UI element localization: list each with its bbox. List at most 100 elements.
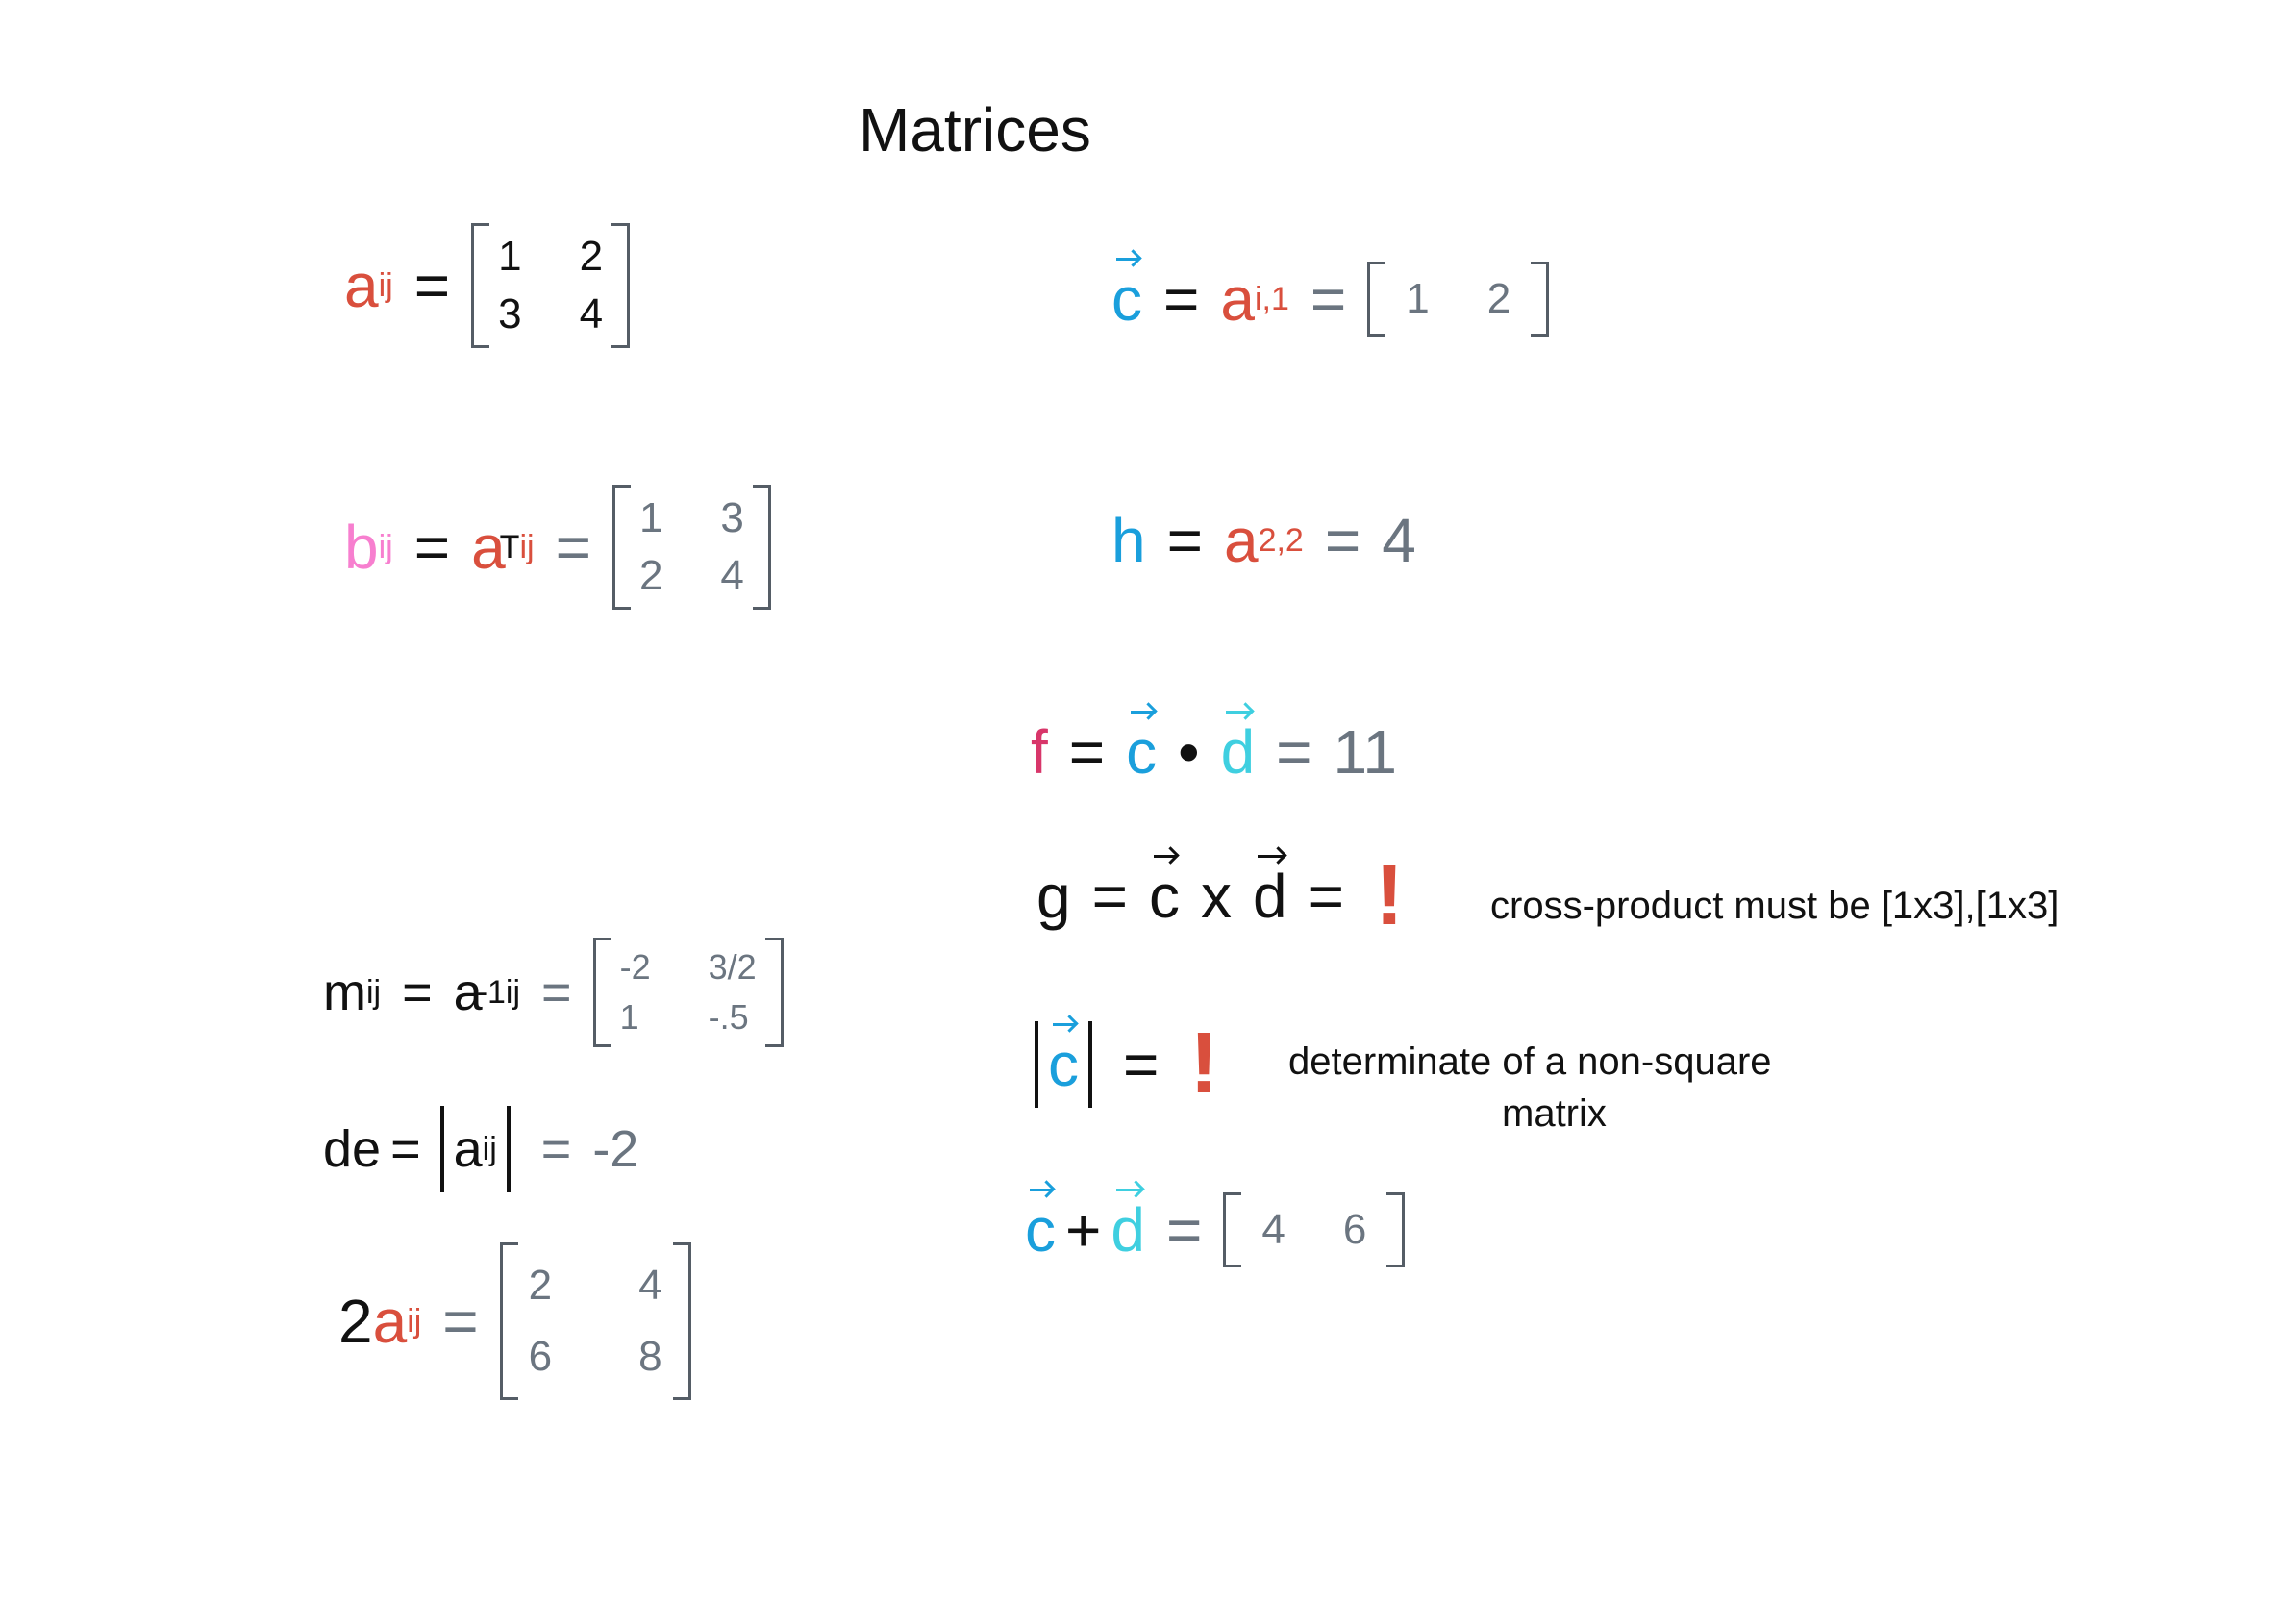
result: -2 (592, 1120, 639, 1178)
abs-bar (1035, 1020, 1038, 1108)
determinant-note-line2: matrix (1502, 1092, 1607, 1135)
equals: = (1166, 506, 1203, 575)
equals: = (1276, 717, 1312, 787)
cell: 8 (638, 1333, 662, 1380)
result: 4 (1382, 506, 1416, 575)
scalar: 2 (338, 1287, 373, 1356)
equation-c-definition: c = a i,1 = 12 (1111, 258, 1550, 337)
error-exclamation: ! (1189, 1015, 1219, 1112)
cell: 3 (498, 290, 522, 338)
var-a: a (1220, 264, 1255, 334)
abs-bar (1088, 1020, 1092, 1108)
equals: = (1068, 717, 1106, 787)
equation-h-definition: h = a 2,2 = 4 (1111, 505, 1416, 576)
matrix-m: -2 3/2 1 -.5 (592, 938, 784, 1047)
cell: 6 (528, 1333, 553, 1380)
equation-norm-c: c = ! (1025, 1015, 1218, 1114)
vector-c: c (1126, 711, 1158, 787)
var-f: f (1031, 717, 1048, 787)
equation-determinant: de = a ij = -2 (323, 1106, 638, 1192)
subscript: ij (505, 973, 521, 1011)
var-h: h (1111, 506, 1146, 575)
cell: 1 (638, 494, 663, 541)
matrix-scaled: 2 4 6 8 (499, 1242, 691, 1400)
var-a: a (453, 1120, 483, 1178)
vector-c: c (1025, 1189, 1056, 1265)
vector-d: d (1220, 711, 1256, 787)
subscript: ij (365, 973, 382, 1011)
equals: = (442, 1287, 479, 1356)
inverse-superscript: -1 (476, 973, 506, 1011)
equals: = (1163, 264, 1200, 334)
dot-operator: • (1178, 717, 1200, 787)
cell: 6 (1342, 1206, 1367, 1253)
equals: = (1091, 861, 1128, 931)
equation-f-dot-product: f = c • d = 11 (1031, 711, 1397, 788)
var-a: a (372, 1287, 408, 1356)
equation-b-definition: b ij = a Tij = 13 24 (344, 485, 771, 610)
equals: = (541, 964, 572, 1021)
equals: = (1308, 861, 1344, 931)
matrix-a: 1 2 3 4 (471, 223, 631, 348)
matrix-b: 1 3 2 4 (611, 485, 771, 610)
cross-product-note: cross-product must be [1x3],[1x3] (1490, 885, 2059, 927)
equals: = (413, 513, 451, 582)
cell: 4 (579, 290, 604, 338)
vector-d: d (1252, 854, 1287, 931)
vector-c: c (1148, 854, 1180, 931)
cell: 4 (1261, 1206, 1285, 1253)
var-a: a (1223, 506, 1259, 575)
matrix-sum: 46 (1223, 1192, 1406, 1267)
subscript: i,1 (1254, 280, 1289, 317)
equals: = (555, 513, 591, 582)
cell: -.5 (708, 997, 749, 1037)
cell: 1 (619, 997, 639, 1037)
var-g: g (1036, 861, 1071, 931)
equation-scalar-multiple: 2 a ij = 2 4 6 8 (338, 1242, 691, 1400)
equation-vector-sum: c + d = 46 (1025, 1189, 1406, 1267)
vector-c: c (1048, 1022, 1079, 1099)
page-title: Matrices (859, 95, 1091, 164)
equals: = (1165, 1195, 1203, 1265)
cell: 2 (1486, 275, 1511, 322)
transpose-superscript: T (499, 528, 520, 565)
cell: 3/2 (708, 947, 757, 987)
vector-d: d (1111, 1189, 1145, 1265)
var-m: m (323, 964, 366, 1021)
matrix-c: 12 (1367, 262, 1550, 337)
equation-a-definition: a ij = 1 2 3 4 (344, 223, 631, 348)
var-de: de (323, 1120, 382, 1178)
plus-operator: + (1065, 1195, 1102, 1265)
equals: = (390, 1120, 421, 1178)
determinant-note: determinate of a non-square (1288, 1040, 1772, 1083)
cell: 4 (720, 552, 744, 599)
vector-c: c (1111, 258, 1142, 334)
cell: 1 (1406, 275, 1430, 322)
equals: = (1123, 1029, 1160, 1099)
subscript: ij (519, 528, 535, 565)
equals: = (402, 964, 433, 1021)
cell: 2 (528, 1262, 553, 1309)
abs-bar (439, 1106, 444, 1192)
cell: 2 (638, 552, 663, 599)
result: 11 (1333, 717, 1397, 787)
cell: 1 (498, 233, 522, 280)
equals: = (1310, 264, 1347, 334)
cross-operator: x (1200, 861, 1232, 931)
cell: 4 (638, 1262, 662, 1309)
equals: = (1324, 506, 1361, 575)
var-a: a (344, 251, 379, 320)
subscript: 2,2 (1258, 521, 1304, 559)
equals: = (540, 1120, 572, 1178)
subscript: ij (482, 1130, 497, 1167)
cell: 3 (720, 494, 744, 541)
equation-m-inverse: m ij = a -1 ij = -2 3/2 1 -.5 (323, 938, 784, 1047)
subscript: ij (407, 1302, 422, 1340)
subscript: ij (378, 266, 393, 304)
var-b: b (344, 513, 379, 582)
subscript: ij (378, 528, 393, 565)
cell: -2 (619, 947, 651, 987)
equals: = (413, 251, 451, 320)
equation-g-cross-product: g = c x d = ! (1036, 846, 1404, 945)
cell: 2 (579, 233, 604, 280)
